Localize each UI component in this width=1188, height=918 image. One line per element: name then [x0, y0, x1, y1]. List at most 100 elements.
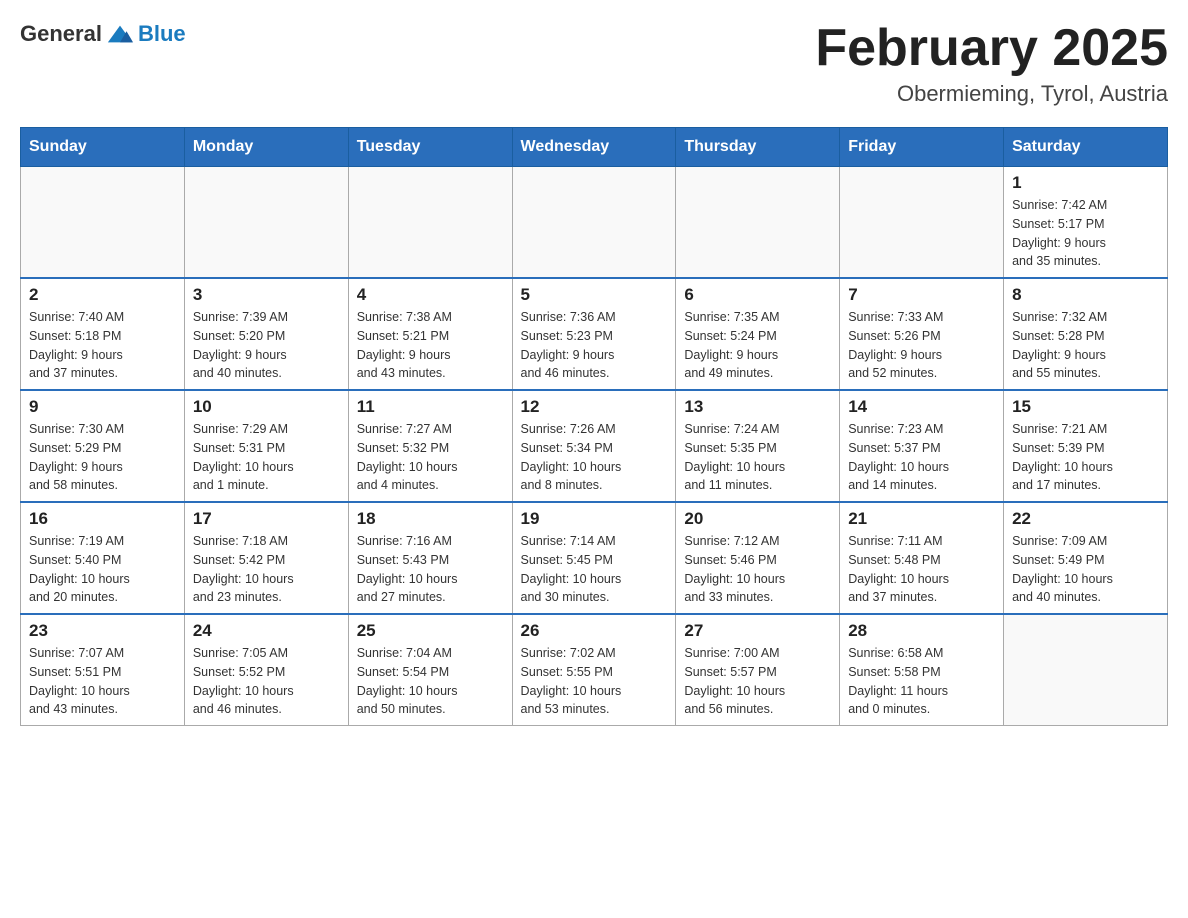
day-number: 6: [684, 285, 831, 305]
day-number: 22: [1012, 509, 1159, 529]
day-info: Sunrise: 7:35 AMSunset: 5:24 PMDaylight:…: [684, 308, 831, 383]
day-info: Sunrise: 7:14 AMSunset: 5:45 PMDaylight:…: [521, 532, 668, 607]
day-info: Sunrise: 7:09 AMSunset: 5:49 PMDaylight:…: [1012, 532, 1159, 607]
weekday-header-tuesday: Tuesday: [348, 128, 512, 167]
day-info: Sunrise: 7:27 AMSunset: 5:32 PMDaylight:…: [357, 420, 504, 495]
calendar-cell: 8 Sunrise: 7:32 AMSunset: 5:28 PMDaylight…: [1004, 278, 1168, 390]
calendar-cell: 1 Sunrise: 7:42 AMSunset: 5:17 PMDaylight…: [1004, 167, 1168, 279]
calendar-cell: 20 Sunrise: 7:12 AMSunset: 5:46 PMDayligh…: [676, 502, 840, 614]
calendar-cell: 12 Sunrise: 7:26 AMSunset: 5:34 PMDayligh…: [512, 390, 676, 502]
location-title: Obermieming, Tyrol, Austria: [815, 81, 1168, 107]
day-number: 28: [848, 621, 995, 641]
calendar-cell: [184, 167, 348, 279]
calendar-cell: 3 Sunrise: 7:39 AMSunset: 5:20 PMDaylight…: [184, 278, 348, 390]
day-number: 20: [684, 509, 831, 529]
week-row: 9 Sunrise: 7:30 AMSunset: 5:29 PMDaylight…: [21, 390, 1168, 502]
calendar-cell: 6 Sunrise: 7:35 AMSunset: 5:24 PMDaylight…: [676, 278, 840, 390]
day-info: Sunrise: 7:29 AMSunset: 5:31 PMDaylight:…: [193, 420, 340, 495]
calendar-cell: [512, 167, 676, 279]
day-info: Sunrise: 6:58 AMSunset: 5:58 PMDaylight:…: [848, 644, 995, 719]
day-info: Sunrise: 7:38 AMSunset: 5:21 PMDaylight:…: [357, 308, 504, 383]
calendar-cell: 14 Sunrise: 7:23 AMSunset: 5:37 PMDayligh…: [840, 390, 1004, 502]
calendar-cell: 18Sunrise: 7:16 AMSunset: 5:43 PMDayligh…: [348, 502, 512, 614]
day-info: Sunrise: 7:23 AMSunset: 5:37 PMDaylight:…: [848, 420, 995, 495]
logo-icon: [106, 20, 134, 48]
week-row: 2Sunrise: 7:40 AMSunset: 5:18 PMDaylight…: [21, 278, 1168, 390]
calendar-cell: 28 Sunrise: 6:58 AMSunset: 5:58 PMDayligh…: [840, 614, 1004, 726]
calendar-cell: [676, 167, 840, 279]
calendar-header-row: SundayMondayTuesdayWednesdayThursdayFrid…: [21, 128, 1168, 167]
calendar-cell: 4 Sunrise: 7:38 AMSunset: 5:21 PMDaylight…: [348, 278, 512, 390]
day-number: 24: [193, 621, 340, 641]
weekday-header-saturday: Saturday: [1004, 128, 1168, 167]
calendar-cell: 22 Sunrise: 7:09 AMSunset: 5:49 PMDayligh…: [1004, 502, 1168, 614]
calendar-cell: [21, 167, 185, 279]
weekday-header-monday: Monday: [184, 128, 348, 167]
day-info: Sunrise: 7:00 AMSunset: 5:57 PMDaylight:…: [684, 644, 831, 719]
page-header: General Blue February 2025 Obermieming, …: [20, 20, 1168, 107]
day-info: Sunrise: 7:04 AMSunset: 5:54 PMDaylight:…: [357, 644, 504, 719]
week-row: 1 Sunrise: 7:42 AMSunset: 5:17 PMDaylight…: [21, 167, 1168, 279]
day-info: Sunrise: 7:07 AMSunset: 5:51 PMDaylight:…: [29, 644, 176, 719]
calendar-cell: 27Sunrise: 7:00 AMSunset: 5:57 PMDayligh…: [676, 614, 840, 726]
calendar-cell: 13 Sunrise: 7:24 AMSunset: 5:35 PMDayligh…: [676, 390, 840, 502]
month-title: February 2025: [815, 20, 1168, 77]
calendar-cell: [840, 167, 1004, 279]
calendar-cell: 7 Sunrise: 7:33 AMSunset: 5:26 PMDaylight…: [840, 278, 1004, 390]
weekday-header-thursday: Thursday: [676, 128, 840, 167]
day-number: 1: [1012, 173, 1159, 193]
calendar-cell: 26 Sunrise: 7:02 AMSunset: 5:55 PMDayligh…: [512, 614, 676, 726]
calendar-cell: 17 Sunrise: 7:18 AMSunset: 5:42 PMDayligh…: [184, 502, 348, 614]
calendar-cell: 10 Sunrise: 7:29 AMSunset: 5:31 PMDayligh…: [184, 390, 348, 502]
weekday-header-wednesday: Wednesday: [512, 128, 676, 167]
day-info: Sunrise: 7:30 AMSunset: 5:29 PMDaylight:…: [29, 420, 176, 495]
weekday-header-friday: Friday: [840, 128, 1004, 167]
day-number: 8: [1012, 285, 1159, 305]
day-number: 4: [357, 285, 504, 305]
day-number: 9: [29, 397, 176, 417]
day-number: 23: [29, 621, 176, 641]
day-info: Sunrise: 7:16 AMSunset: 5:43 PMDaylight:…: [357, 532, 504, 607]
day-info: Sunrise: 7:39 AMSunset: 5:20 PMDaylight:…: [193, 308, 340, 383]
calendar-cell: [348, 167, 512, 279]
day-info: Sunrise: 7:21 AMSunset: 5:39 PMDaylight:…: [1012, 420, 1159, 495]
day-number: 17: [193, 509, 340, 529]
calendar-cell: 24 Sunrise: 7:05 AMSunset: 5:52 PMDayligh…: [184, 614, 348, 726]
day-info: Sunrise: 7:05 AMSunset: 5:52 PMDaylight:…: [193, 644, 340, 719]
day-info: Sunrise: 7:12 AMSunset: 5:46 PMDaylight:…: [684, 532, 831, 607]
day-info: Sunrise: 7:42 AMSunset: 5:17 PMDaylight:…: [1012, 196, 1159, 271]
day-number: 14: [848, 397, 995, 417]
day-number: 26: [521, 621, 668, 641]
day-number: 15: [1012, 397, 1159, 417]
calendar-cell: 11 Sunrise: 7:27 AMSunset: 5:32 PMDayligh…: [348, 390, 512, 502]
calendar-cell: 16Sunrise: 7:19 AMSunset: 5:40 PMDayligh…: [21, 502, 185, 614]
day-info: Sunrise: 7:26 AMSunset: 5:34 PMDaylight:…: [521, 420, 668, 495]
calendar-cell: 15 Sunrise: 7:21 AMSunset: 5:39 PMDayligh…: [1004, 390, 1168, 502]
weekday-header-sunday: Sunday: [21, 128, 185, 167]
day-info: Sunrise: 7:32 AMSunset: 5:28 PMDaylight:…: [1012, 308, 1159, 383]
day-number: 3: [193, 285, 340, 305]
calendar-cell: 23 Sunrise: 7:07 AMSunset: 5:51 PMDayligh…: [21, 614, 185, 726]
day-number: 25: [357, 621, 504, 641]
day-number: 7: [848, 285, 995, 305]
logo-blue-text: Blue: [138, 21, 186, 47]
day-info: Sunrise: 7:24 AMSunset: 5:35 PMDaylight:…: [684, 420, 831, 495]
day-info: Sunrise: 7:11 AMSunset: 5:48 PMDaylight:…: [848, 532, 995, 607]
week-row: 23 Sunrise: 7:07 AMSunset: 5:51 PMDayligh…: [21, 614, 1168, 726]
calendar-cell: 2Sunrise: 7:40 AMSunset: 5:18 PMDaylight…: [21, 278, 185, 390]
title-block: February 2025 Obermieming, Tyrol, Austri…: [815, 20, 1168, 107]
calendar-cell: [1004, 614, 1168, 726]
day-number: 11: [357, 397, 504, 417]
calendar-cell: 21Sunrise: 7:11 AMSunset: 5:48 PMDayligh…: [840, 502, 1004, 614]
day-info: Sunrise: 7:02 AMSunset: 5:55 PMDaylight:…: [521, 644, 668, 719]
day-info: Sunrise: 7:18 AMSunset: 5:42 PMDaylight:…: [193, 532, 340, 607]
logo-general-text: General: [20, 21, 102, 47]
day-info: Sunrise: 7:40 AMSunset: 5:18 PMDaylight:…: [29, 308, 176, 383]
logo: General Blue: [20, 20, 186, 48]
day-number: 10: [193, 397, 340, 417]
day-number: 12: [521, 397, 668, 417]
day-info: Sunrise: 7:33 AMSunset: 5:26 PMDaylight:…: [848, 308, 995, 383]
day-number: 13: [684, 397, 831, 417]
day-info: Sunrise: 7:19 AMSunset: 5:40 PMDaylight:…: [29, 532, 176, 607]
calendar-cell: 19Sunrise: 7:14 AMSunset: 5:45 PMDayligh…: [512, 502, 676, 614]
